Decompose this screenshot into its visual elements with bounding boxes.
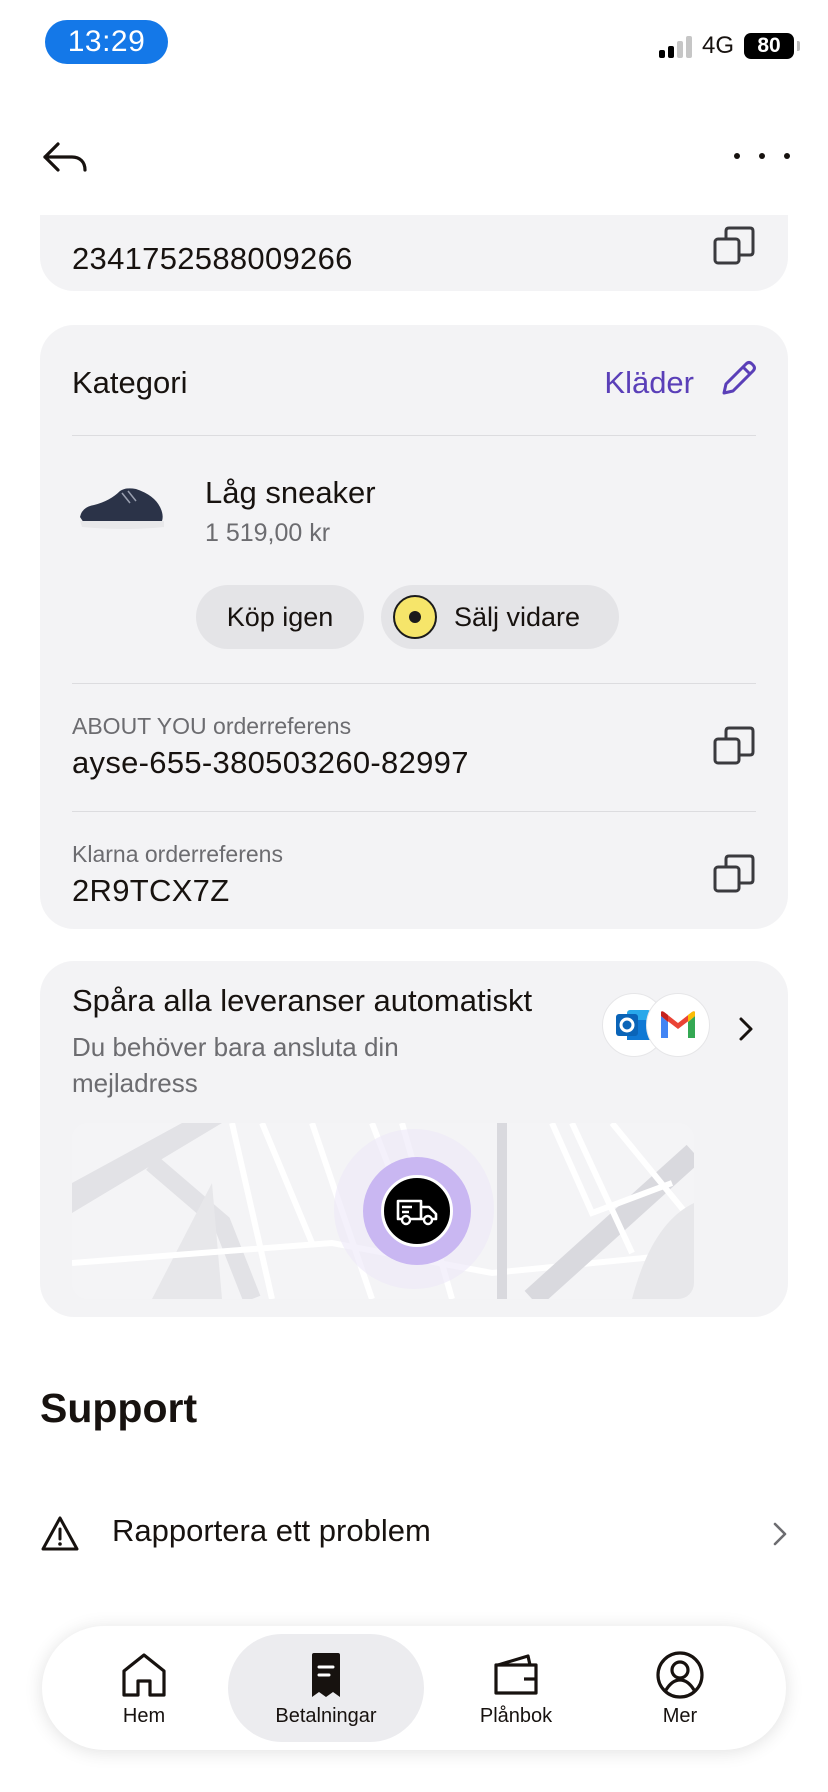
about-you-ref-label: ABOUT YOU orderreferens bbox=[72, 713, 352, 739]
category-card: Kategori Kläder Låg sneaker 1 519,00 kr … bbox=[40, 325, 788, 929]
warning-icon bbox=[41, 1516, 79, 1551]
tab-wallet-label: Plånbok bbox=[479, 1704, 553, 1727]
tab-wallet[interactable]: Plånbok bbox=[446, 1634, 586, 1742]
tab-more-label: Mer bbox=[662, 1704, 698, 1727]
status-indicators: 4G 80 bbox=[658, 32, 800, 60]
report-problem-label: Rapportera ett problem bbox=[112, 1513, 431, 1548]
status-bar: 13:29 4G 80 bbox=[0, 0, 828, 90]
copy-icon[interactable] bbox=[712, 725, 756, 769]
tab-more[interactable]: Mer bbox=[628, 1634, 732, 1742]
sell-again-label: Sälj vidare bbox=[454, 601, 581, 632]
profile-icon bbox=[656, 1650, 704, 1699]
order-number-card: 2341752588009266 bbox=[40, 215, 788, 291]
back-icon[interactable] bbox=[40, 138, 90, 178]
edit-pencil-icon[interactable] bbox=[718, 359, 758, 399]
divider bbox=[72, 683, 756, 684]
about-you-ref-value: ayse-655-380503260-82997 bbox=[72, 745, 469, 780]
truck-icon bbox=[396, 1199, 438, 1226]
order-number-value: 2341752588009266 bbox=[72, 241, 353, 276]
divider bbox=[72, 435, 756, 436]
time-pill: 13:29 bbox=[45, 20, 168, 64]
chevron-right-icon bbox=[773, 1522, 787, 1546]
copy-icon[interactable] bbox=[712, 853, 756, 897]
tab-payments-label: Betalningar bbox=[275, 1704, 377, 1727]
content-scroll[interactable]: 2341752588009266 Kategori Kläder Låg sne… bbox=[0, 215, 828, 1635]
tracking-subtitle: Du behöver bara ansluta din mejladress bbox=[72, 1032, 399, 1098]
buy-again-button[interactable]: Köp igen bbox=[196, 585, 364, 649]
wallet-icon bbox=[494, 1653, 538, 1695]
tracking-title: Spåra alla leveranser automatiskt bbox=[72, 983, 533, 1018]
gmail-icon bbox=[646, 993, 710, 1057]
bottom-tab-bar: Hem Betalningar Plånbok Mer bbox=[42, 1626, 786, 1750]
product-price: 1 519,00 kr bbox=[205, 519, 331, 547]
category-value[interactable]: Kläder bbox=[604, 365, 694, 401]
delivery-truck-badge bbox=[363, 1157, 471, 1265]
network-type: 4G bbox=[701, 32, 734, 59]
home-icon bbox=[122, 1652, 166, 1697]
klarna-ref-value: 2R9TCX7Z bbox=[72, 873, 230, 908]
divider bbox=[72, 811, 756, 812]
tab-payments[interactable]: Betalningar bbox=[228, 1634, 424, 1742]
product-name[interactable]: Låg sneaker bbox=[205, 475, 376, 511]
signal-icon bbox=[658, 34, 692, 58]
sneaker-image[interactable] bbox=[76, 477, 168, 537]
chevron-right-icon bbox=[739, 1017, 753, 1041]
category-label: Kategori bbox=[72, 365, 188, 400]
more-options-icon[interactable] bbox=[734, 146, 790, 166]
tracking-card[interactable]: Spåra alla leveranser automatiskt Du beh… bbox=[40, 961, 788, 1317]
klarna-ref-label: Klarna orderreferens bbox=[72, 841, 283, 867]
tradera-logo-icon bbox=[393, 595, 437, 639]
battery-icon: 80 bbox=[744, 33, 800, 59]
tab-home-label: Hem bbox=[122, 1704, 166, 1727]
receipt-icon bbox=[312, 1652, 340, 1697]
tab-home[interactable]: Hem bbox=[88, 1634, 200, 1742]
copy-icon[interactable] bbox=[712, 225, 756, 269]
sell-again-button[interactable]: Sälj vidare bbox=[381, 585, 619, 649]
support-heading: Support bbox=[40, 1385, 198, 1431]
report-problem-row[interactable]: Rapportera ett problem bbox=[40, 1509, 788, 1569]
